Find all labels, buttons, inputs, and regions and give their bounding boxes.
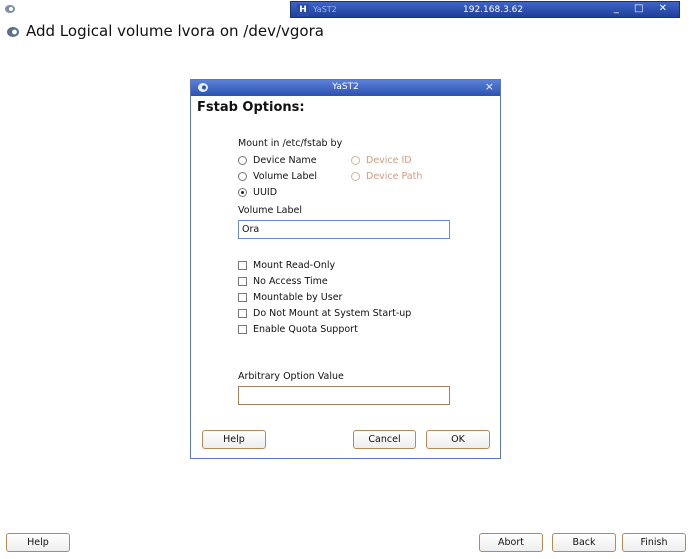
dialog-help-button[interactable]: Help (202, 430, 266, 449)
radio-label: Device Path (366, 171, 423, 182)
radio-label: Device Name (253, 155, 317, 166)
checkbox-label: No Access Time (253, 276, 328, 287)
remote-host-icon[interactable]: H (297, 4, 309, 16)
close-icon[interactable]: × (485, 80, 494, 93)
dialog-title: YaST2 (332, 82, 359, 92)
radio-label: UUID (253, 187, 278, 198)
abort-button[interactable]: Abort (479, 533, 543, 552)
checkbox-label: Do Not Mount at System Start-up (253, 308, 412, 319)
dialog-heading: Fstab Options: (197, 100, 305, 115)
fstab-options-dialog: YaST2 × Fstab Options: Mount in /etc/fst… (190, 79, 501, 459)
volume-label-label: Volume Label (238, 205, 302, 216)
volume-label-input[interactable] (238, 220, 450, 239)
checkbox-label: Mount Read-Only (253, 260, 336, 271)
checkbox-indicator[interactable] (238, 325, 247, 334)
remote-app-name: YaST2 (313, 5, 337, 14)
radio-indicator (351, 172, 360, 181)
checkbox-indicator[interactable] (238, 293, 247, 302)
radio-label: Device ID (366, 155, 412, 166)
radio-indicator[interactable] (238, 172, 247, 181)
radio-indicator[interactable] (238, 156, 247, 165)
radio-indicator[interactable] (238, 188, 247, 197)
mount-by-label: Mount in /etc/fstab by (238, 138, 343, 149)
checkbox-indicator[interactable] (238, 261, 247, 270)
checkbox-label: Enable Quota Support (253, 324, 358, 335)
dialog-title-bar[interactable]: YaST2 × (191, 80, 500, 96)
window-controls[interactable]: _ □ ✕ (614, 3, 673, 14)
yast-gecko-icon (5, 5, 15, 13)
page-title: Add Logical volume lvora on /dev/vgora (26, 22, 324, 40)
radio-indicator (351, 156, 360, 165)
checkbox-indicator[interactable] (238, 277, 247, 286)
finish-button[interactable]: Finish (622, 533, 686, 552)
radio-label: Volume Label (253, 171, 317, 182)
back-button[interactable]: Back (552, 533, 616, 552)
cancel-button[interactable]: Cancel (353, 430, 416, 449)
remote-session-bar: H YaST2 192.168.3.62 _ □ ✕ (290, 1, 680, 18)
remote-ip: 192.168.3.62 (463, 5, 524, 15)
top-bar: H YaST2 192.168.3.62 _ □ ✕ (0, 0, 692, 18)
arbitrary-option-label: Arbitrary Option Value (238, 371, 344, 382)
help-button[interactable]: Help (6, 533, 70, 552)
arbitrary-option-input[interactable] (238, 386, 450, 405)
checkbox-label: Mountable by User (253, 292, 343, 303)
yast-gecko-icon (7, 27, 19, 37)
ok-button[interactable]: OK (426, 430, 490, 449)
checkbox-indicator[interactable] (238, 309, 247, 318)
